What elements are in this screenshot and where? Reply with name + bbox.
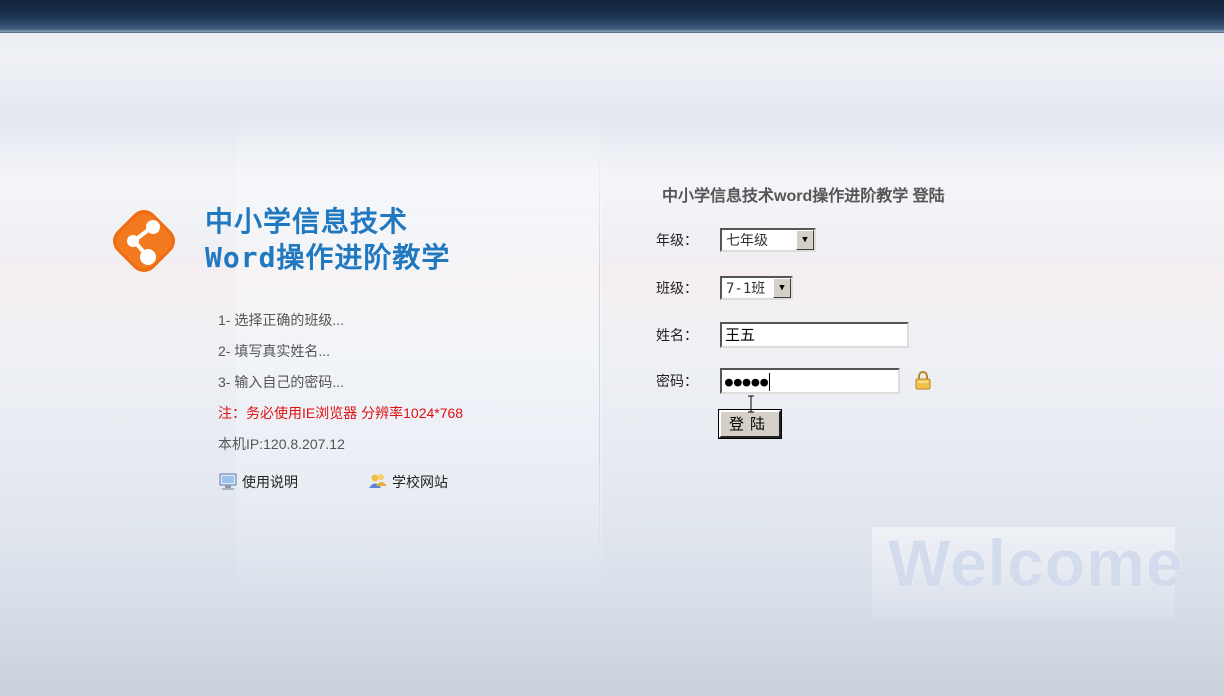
class-select-value: 7-1班 [726,281,766,297]
instruction-step-3: 3- 输入自己的密码... [218,374,345,390]
padlock-icon [915,371,931,390]
top-header-bar [0,0,1224,33]
class-row: 班级： 7-1班 ▼ [656,275,793,301]
manual-link[interactable]: 使用说明 [218,472,298,492]
login-form-title: 中小学信息技术word操作进阶教学 登陆 [662,188,945,205]
password-value: ●●●●● [725,375,770,390]
grade-row: 年级： 七年级 ▼ [656,227,816,253]
school-site-link[interactable]: 学校网站 [368,472,448,492]
chevron-down-icon[interactable]: ▼ [796,230,814,250]
instruction-step-1: 1- 选择正确的班级... [218,312,345,328]
ip-address-label: 本机IP:120.8.207.12 [218,436,345,452]
school-site-link-label: 学校网站 [392,474,448,490]
welcome-watermark: Welcome [888,526,1184,600]
name-label: 姓名： [656,327,698,343]
chevron-down-icon[interactable]: ▼ [773,278,791,298]
users-icon [369,474,387,488]
name-input[interactable]: 王五 [720,322,909,348]
class-select[interactable]: 7-1班 ▼ [720,276,793,300]
share-nodes-icon [113,210,175,272]
password-label: 密码： [656,373,698,389]
logo-title-line-1: 中小学信息技术 [205,205,409,238]
password-input[interactable]: ●●●●● [720,368,900,394]
instruction-list: 1- 选择正确的班级... 2- 填写真实姓名... 3- 输入自己的密码...… [218,309,463,464]
instruction-step-2: 2- 填写真实姓名... [218,343,331,359]
logo-title-line-2: Word操作进阶教学 [205,241,451,274]
name-row: 姓名： 王五 [656,322,909,348]
grade-select[interactable]: 七年级 ▼ [720,228,816,252]
grade-label: 年级： [656,232,698,248]
background-band [0,240,1224,310]
text-caret [769,372,771,391]
quick-links: 使用说明 学校网站 [218,472,518,500]
ibeam-cursor-icon [748,395,754,413]
password-row: 密码： ●●●●● [656,368,900,394]
grade-select-value: 七年级 [726,233,768,249]
manual-link-label: 使用说明 [242,474,298,490]
class-label: 班级： [656,280,698,296]
login-submit-button[interactable]: 登陆 [718,409,782,439]
monitor-icon [219,473,237,490]
panel-divider [599,140,600,580]
browser-notice: 注：务必使用IE浏览器 分辨率1024*768 [218,405,464,421]
site-logo-title: 中小学信息技术 Word操作进阶教学 [205,204,450,276]
